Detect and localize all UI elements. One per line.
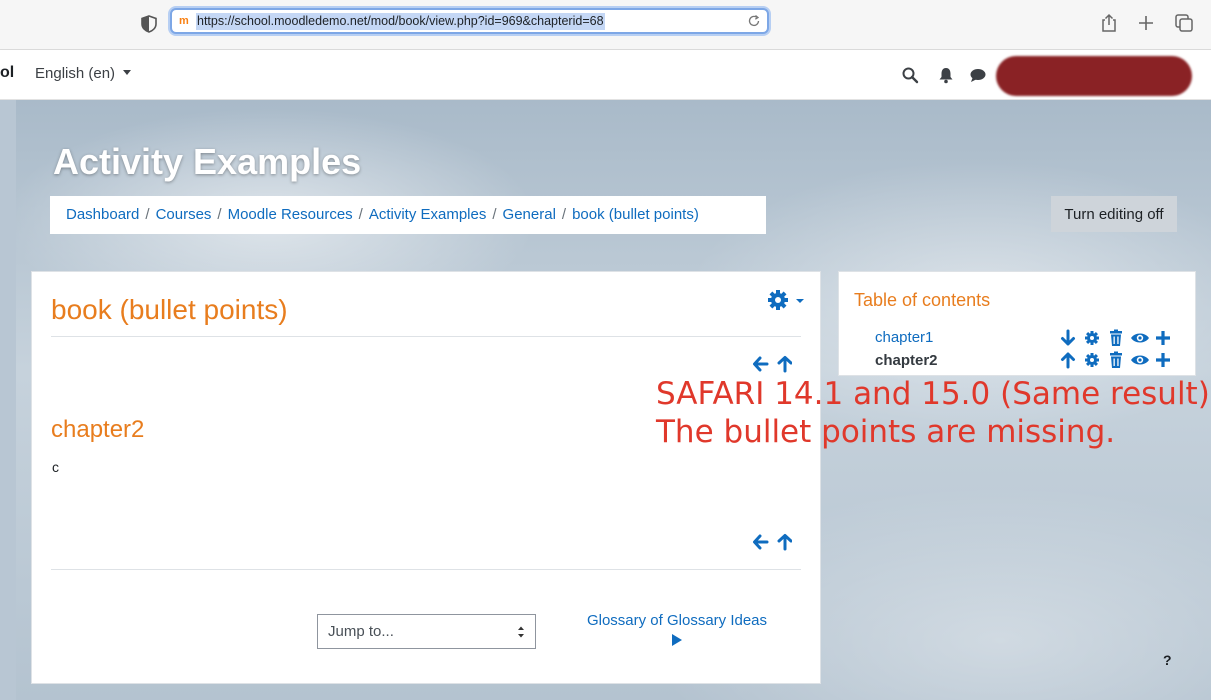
next-activity-label: Glossary of Glossary Ideas (586, 612, 768, 629)
gear-icon (1085, 353, 1099, 367)
toc-current-chapter2: chapter2 (875, 352, 938, 369)
chapter-nav-bottom[interactable] (752, 533, 792, 551)
language-label: English (en) (35, 65, 116, 82)
breadcrumb-activity-examples[interactable]: Activity Examples (369, 206, 487, 223)
new-tab-icon[interactable] (1135, 12, 1157, 34)
breadcrumb-separator: / (561, 206, 567, 223)
arrow-left-icon (753, 356, 769, 372)
annotation-line-2: The bullet points are missing. (656, 414, 1116, 450)
arrow-left-icon (753, 534, 769, 550)
trash-icon (1110, 351, 1122, 368)
turn-editing-off-button[interactable]: Turn editing off (1051, 196, 1177, 232)
breadcrumb-book[interactable]: book (bullet points) (572, 206, 699, 223)
breadcrumb-general[interactable]: General (503, 206, 556, 223)
breadcrumb-separator: / (217, 206, 222, 223)
toc-item-chapter2: chapter2 (875, 352, 938, 369)
toc-item-chapter1: chapter1 (875, 329, 933, 346)
book-content-card: book (bullet points) chapter2 c Jump to.… (31, 271, 821, 684)
help-icon[interactable]: ? (1163, 652, 1172, 668)
trash-icon (1110, 329, 1122, 346)
bell-icon[interactable] (937, 66, 955, 84)
plus-icon (1156, 353, 1170, 367)
play-arrow-icon (672, 634, 682, 646)
site-name-fragment[interactable]: ol (0, 64, 14, 82)
eye-icon (1131, 355, 1149, 365)
arrow-up-icon (777, 356, 792, 373)
select-arrows-icon (518, 626, 524, 638)
address-bar[interactable]: m https://school.moodledemo.net/mod/book… (170, 8, 769, 34)
url-text[interactable]: https://school.moodledemo.net/mod/book/v… (196, 13, 605, 30)
toc-chapter1-tools[interactable] (1059, 329, 1179, 347)
chapter-nav-top[interactable] (752, 355, 792, 373)
footer-divider (51, 569, 801, 570)
breadcrumb: Dashboard / Courses / Moodle Resources / Activ… (50, 196, 766, 234)
search-icon[interactable] (901, 66, 919, 84)
breadcrumb-dashboard[interactable]: Dashboard (66, 206, 139, 223)
jump-to-label: Jump to... (328, 623, 394, 640)
arrow-up-icon (1061, 352, 1075, 369)
course-title: Activity Examples (53, 141, 362, 182)
breadcrumb-courses[interactable]: Courses (156, 206, 212, 223)
table-of-contents-block: Table of contents chapter1 chapter2 (838, 271, 1196, 376)
language-menu[interactable]: English (en) (35, 65, 132, 82)
toc-title: Table of contents (854, 290, 991, 310)
jump-to-select[interactable]: Jump to... (317, 614, 536, 649)
annotation-line-1: SAFARI 14.1 and 15.0 (Same result) (656, 376, 1210, 412)
tabs-overview-icon[interactable] (1173, 12, 1195, 34)
user-menu-redacted[interactable] (996, 56, 1192, 96)
breadcrumb-separator: / (358, 206, 363, 223)
toc-link-chapter1[interactable]: chapter1 (875, 329, 933, 346)
plus-icon (1156, 331, 1170, 345)
reload-icon[interactable] (747, 14, 761, 28)
breadcrumb-separator: / (492, 206, 497, 223)
breadcrumb-separator: / (145, 206, 150, 223)
eye-icon (1131, 333, 1149, 343)
drawer-edge (0, 100, 16, 700)
site-favicon: m (179, 15, 189, 27)
chapter-heading: chapter2 (51, 416, 145, 443)
settings-gear-icon[interactable] (767, 289, 809, 311)
next-activity-link[interactable]: Glossary of Glossary Ideas (582, 612, 772, 646)
breadcrumb-moodle-resources[interactable]: Moodle Resources (228, 206, 353, 223)
gear-icon (1085, 331, 1099, 345)
title-divider (51, 336, 801, 337)
screenshot-annotation: SAFARI 14.1 and 15.0 (Same result) The b… (656, 375, 1210, 451)
browser-toolbar: m https://school.moodledemo.net/mod/book… (0, 0, 1211, 50)
toc-chapter2-tools[interactable] (1059, 351, 1179, 369)
caret-down-icon (123, 70, 132, 75)
share-icon[interactable] (1098, 12, 1120, 34)
arrow-down-icon (1061, 329, 1075, 346)
page-title: book (bullet points) (51, 294, 288, 325)
chat-icon[interactable] (969, 66, 987, 84)
shield-icon[interactable] (141, 15, 157, 33)
arrow-up-icon (777, 534, 792, 551)
chapter-content: c (52, 459, 59, 475)
